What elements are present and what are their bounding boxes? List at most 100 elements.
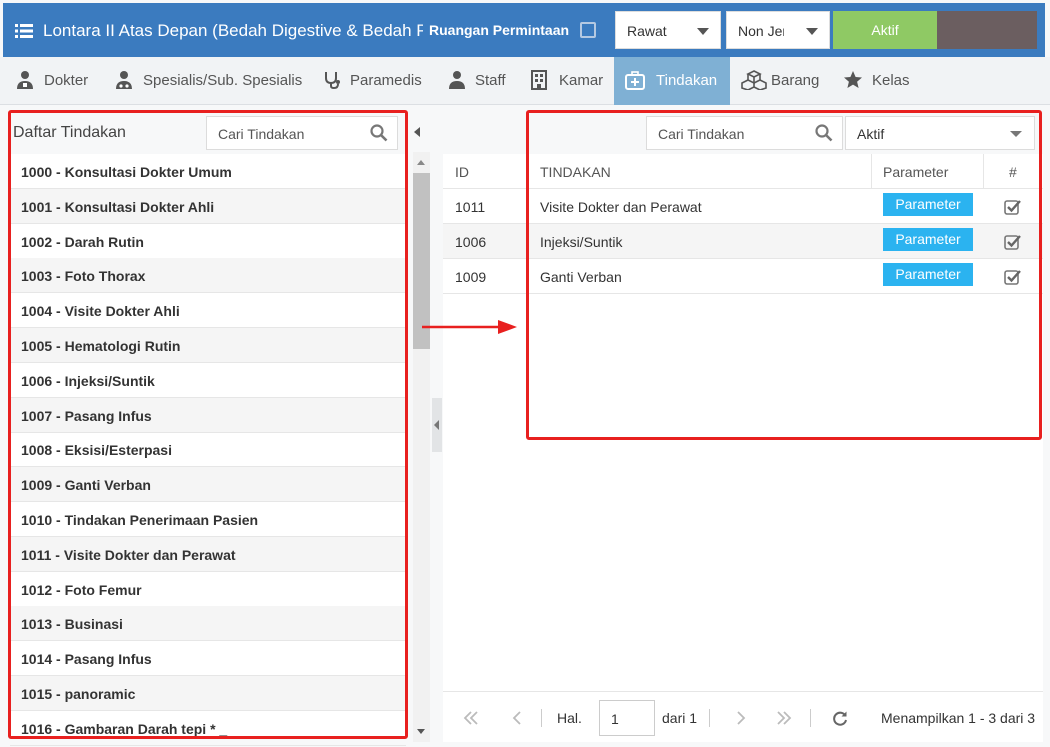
page-total-label: dari 1 — [662, 710, 698, 726]
status-select[interactable]: Aktif — [845, 116, 1035, 150]
tab-spesialis[interactable]: Spesialis/Sub. Spesialis — [106, 57, 306, 105]
dark-action-button[interactable] — [937, 11, 1037, 49]
checkbox-checked-icon[interactable] — [1004, 198, 1021, 215]
first-page-icon[interactable] — [463, 710, 479, 726]
page-label: Hal. — [557, 710, 582, 726]
list-item[interactable]: 1014 - Pasang Infus — [10, 641, 406, 677]
jenis-select[interactable]: Non Jenis — [726, 11, 830, 49]
parameter-button[interactable]: Parameter — [883, 193, 973, 216]
table-header: ID TINDAKAN Parameter # — [443, 154, 1043, 189]
tab-kamar[interactable]: Kamar — [522, 57, 612, 105]
search-icon[interactable] — [370, 124, 388, 142]
right-panel-header: Cari Tindakan Aktif — [443, 112, 1043, 154]
last-page-icon[interactable] — [776, 710, 792, 726]
tab-paramedis[interactable]: Paramedis — [316, 57, 432, 105]
col-check[interactable]: # — [1009, 164, 1017, 180]
pager-divider — [541, 709, 542, 727]
left-search-input[interactable]: Cari Tindakan — [206, 116, 398, 150]
checkbox-checked-icon[interactable] — [1004, 268, 1021, 285]
column-divider — [871, 154, 872, 189]
list-item-label: 1011 - Visite Dokter dan Perawat — [21, 546, 236, 563]
rawat-select-value: Rawat — [627, 23, 667, 39]
list-item[interactable]: 1010 - Tindakan Penerimaan Pasien — [10, 502, 406, 537]
top-header: Lontara II Atas Depan (Bedah Digestive &… — [3, 3, 1045, 57]
list-item-label: 1013 - Businasi — [21, 616, 123, 633]
list-item[interactable]: 1001 - Konsultasi Dokter Ahli — [10, 188, 406, 224]
left-panel-header: Daftar Tindakan Cari Tindakan — [10, 112, 406, 154]
next-page-icon[interactable] — [733, 710, 749, 726]
checkbox-checked-icon[interactable] — [1004, 233, 1021, 250]
star-icon — [844, 71, 862, 88]
list-item[interactable]: 1012 - Foto Femur — [10, 572, 406, 607]
daftar-tindakan-panel: Daftar Tindakan Cari Tindakan 1000 - Kon… — [10, 112, 406, 746]
col-tindakan[interactable]: TINDAKAN — [540, 164, 611, 180]
list-item-label: 1008 - Eksisi/Esterpasi — [21, 442, 172, 459]
cubes-icon — [741, 70, 767, 90]
specialist-icon — [116, 71, 132, 89]
collapse-left-icon[interactable] — [414, 127, 420, 137]
list-item[interactable]: 1015 - panoramic — [10, 676, 406, 711]
pager-divider — [810, 709, 811, 727]
parameter-button[interactable]: Parameter — [883, 228, 973, 251]
pager-divider — [709, 709, 710, 727]
app-root: Lontara II Atas Depan (Bedah Digestive &… — [0, 0, 1050, 747]
chevron-down-icon — [806, 28, 818, 35]
row-tindakan: Injeksi/Suntik — [540, 234, 623, 250]
refresh-icon[interactable] — [832, 710, 848, 726]
list-item[interactable]: 1006 - Injeksi/Suntik — [10, 363, 406, 398]
list-item[interactable]: 1003 - Foto Thorax — [10, 258, 406, 294]
list-item-label: 1010 - Tindakan Penerimaan Pasien — [21, 512, 259, 528]
scroll-up-icon[interactable] — [417, 160, 425, 165]
list-item[interactable]: 1002 - Darah Rutin — [10, 224, 406, 259]
prev-page-icon[interactable] — [509, 710, 525, 726]
list-item-label: 1007 - Pasang Infus — [21, 407, 152, 424]
page-number-input[interactable]: 1 — [599, 700, 655, 736]
tab-barang[interactable]: Barang — [736, 57, 830, 105]
list-item[interactable]: 1011 - Visite Dokter dan Perawat — [10, 536, 406, 572]
pagination-bar: Hal. 1 dari 1 Menampilkan 1 - 3 dari 3 — [443, 691, 1043, 742]
chevron-down-icon — [1010, 131, 1022, 137]
tab-staff[interactable]: Staff — [440, 57, 516, 105]
tab-tindakan[interactable]: Tindakan — [614, 57, 730, 105]
ruangan-permintaan-label: Ruangan Permintaan — [429, 22, 570, 38]
list-item[interactable]: 1016 - Gambaran Darah tepi * _ — [10, 711, 406, 746]
col-parameter[interactable]: Parameter — [883, 164, 948, 180]
list-icon[interactable] — [15, 23, 33, 39]
parameter-button[interactable]: Parameter — [883, 263, 973, 286]
building-icon — [531, 70, 547, 90]
table-row[interactable]: 1011 Visite Dokter dan Perawat Parameter — [443, 189, 1043, 224]
table-row[interactable]: 1009 Ganti Verban Parameter — [443, 259, 1043, 294]
scroll-down-icon[interactable] — [417, 729, 425, 734]
list-item[interactable]: 1009 - Ganti Verban — [10, 467, 406, 503]
list-item-label: 1009 - Ganti Verban — [21, 477, 151, 494]
list-item[interactable]: 1013 - Businasi — [10, 606, 406, 642]
list-item[interactable]: 1004 - Visite Dokter Ahli — [10, 293, 406, 329]
row-tindakan: Ganti Verban — [540, 269, 622, 285]
ruangan-title: Lontara II Atas Depan (Bedah Digestive &… — [43, 21, 423, 40]
table-row[interactable]: 1006 Injeksi/Suntik Parameter — [443, 224, 1043, 259]
panel-splitter[interactable] — [432, 398, 442, 452]
list-item[interactable]: 1008 - Eksisi/Esterpasi — [10, 432, 406, 468]
chevron-left-icon — [434, 420, 439, 430]
ruangan-permintaan-checkbox[interactable] — [580, 22, 596, 38]
list-item-label: 1006 - Injeksi/Suntik — [21, 372, 155, 389]
list-item[interactable]: 1007 - Pasang Infus — [10, 397, 406, 433]
col-id[interactable]: ID — [455, 164, 469, 180]
list-item-label: 1001 - Konsultasi Dokter Ahli — [21, 198, 215, 215]
tab-dokter[interactable]: Dokter — [10, 57, 96, 105]
row-id: 1009 — [455, 269, 487, 285]
aktif-button[interactable]: Aktif — [833, 11, 937, 49]
tab-kelas[interactable]: Kelas — [836, 57, 916, 105]
user-icon — [449, 71, 465, 89]
right-search-input[interactable]: Cari Tindakan — [646, 116, 843, 150]
stethoscope-icon — [325, 72, 340, 90]
tab-bar: Dokter Spesialis/Sub. Spesialis Paramedi… — [0, 57, 1050, 105]
search-icon[interactable] — [815, 124, 833, 142]
list-item-label: 1004 - Visite Dokter Ahli — [21, 303, 180, 320]
arrow-right-icon — [422, 320, 517, 334]
list-item[interactable]: 1005 - Hematologi Rutin — [10, 328, 406, 363]
list-item-label: 1014 - Pasang Infus — [21, 651, 152, 668]
list-item-label: 1003 - Foto Thorax — [21, 268, 146, 285]
rawat-select[interactable]: Rawat — [615, 11, 721, 49]
list-item[interactable]: 1000 - Konsultasi Dokter Umum — [10, 154, 406, 189]
